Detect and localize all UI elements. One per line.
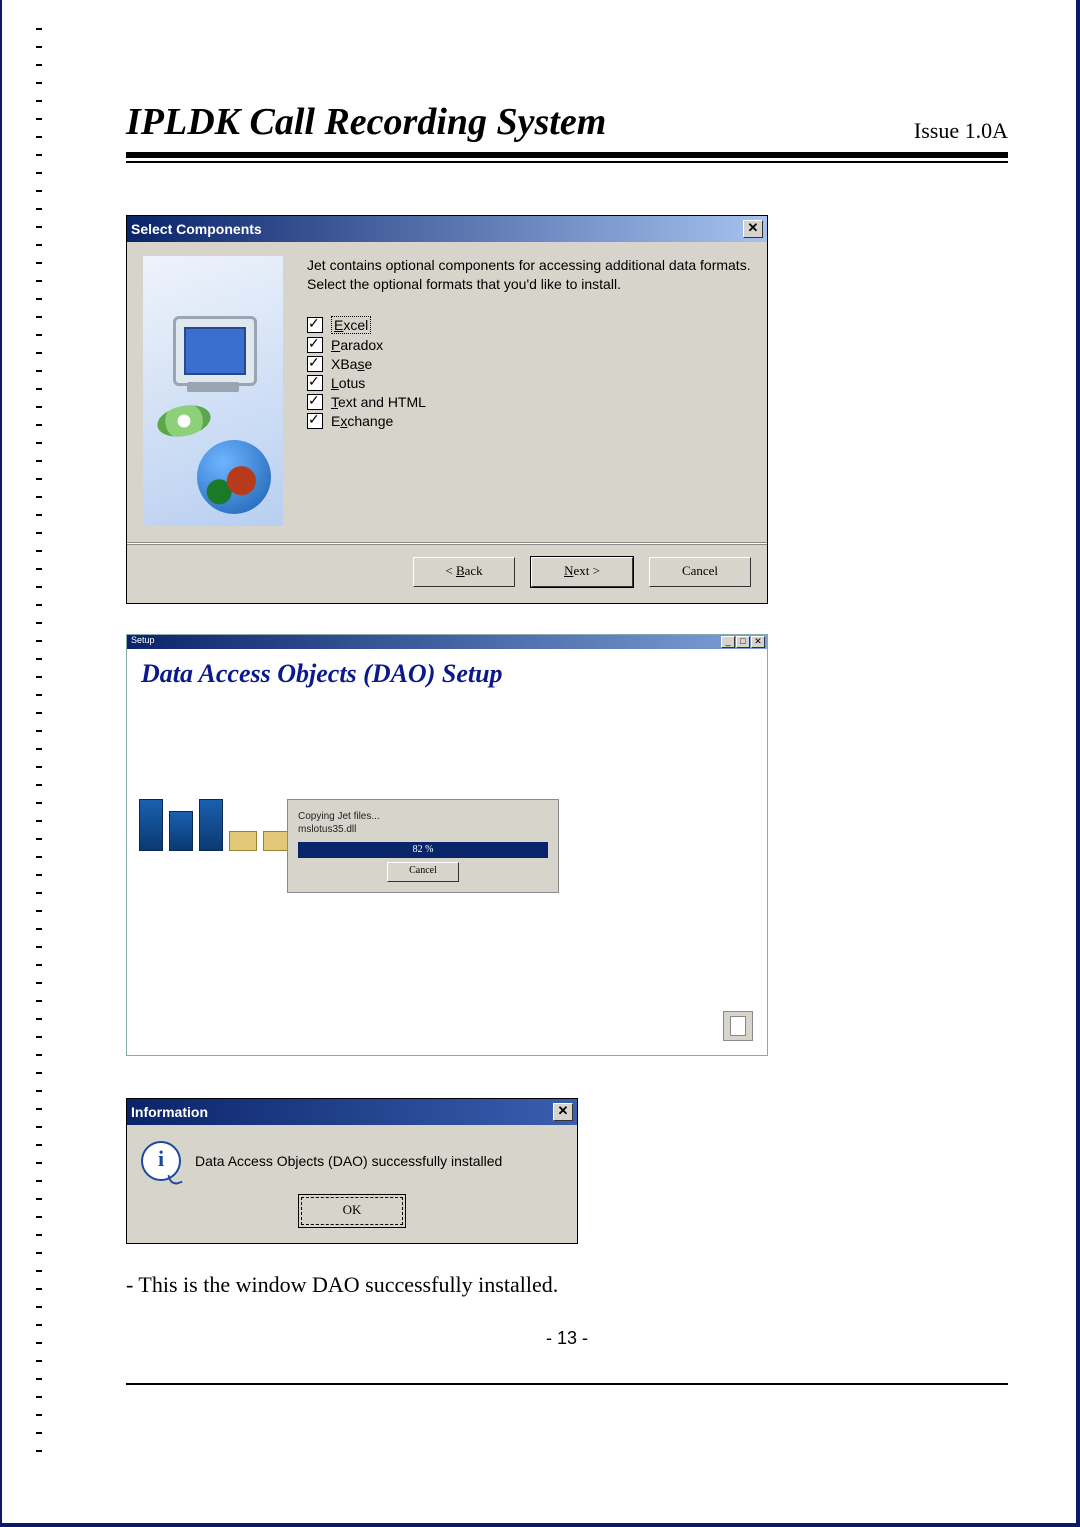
page-number: - 13 - [126,1328,1008,1349]
dialog-title: Select Components [131,221,262,237]
checkbox-excel[interactable]: EExcelxcel [307,316,751,334]
copy-status-1: Copying Jet files... [298,810,548,823]
footer-rule [126,1383,1008,1385]
checkmark-icon [307,356,323,372]
cancel-button[interactable]: Cancel [649,557,751,587]
disk-art [139,799,291,851]
maximize-icon[interactable]: □ [736,636,750,648]
checkbox-xbase[interactable]: XBaseXBase [307,356,751,372]
progress-percent: 82 % [298,842,548,858]
back-button[interactable]: < Back [413,557,515,587]
minimize-icon[interactable]: _ [721,636,735,648]
checkmark-icon [307,413,323,429]
left-dot-border [36,28,42,1463]
checkbox-paradox[interactable]: ParadoxParadox [307,337,751,353]
document-header: IPLDK Call Recording System Issue 1.0A [126,100,1008,144]
checkbox-text-html[interactable]: Text and HTMLText and HTML [307,394,751,410]
wizard-art [143,256,283,526]
checkmark-icon [307,375,323,391]
copy-status-2: mslotus35.dll [298,823,548,836]
checkmark-icon [307,317,323,333]
information-dialog: Information ✕ Data Access Objects (DAO) … [126,1098,578,1244]
dao-setup-title: Data Access Objects (DAO) Setup [127,649,767,699]
checkmark-icon [307,394,323,410]
document-icon [723,1011,753,1041]
info-icon [141,1141,181,1181]
ok-button[interactable]: OK [301,1197,403,1225]
copy-progress-box: Copying Jet files... mslotus35.dll 82 % … [287,799,559,893]
close-icon[interactable]: ✕ [751,636,765,648]
checkbox-lotus[interactable]: LotusLotus [307,375,751,391]
dialog-title: Information [131,1104,208,1120]
figure-caption: - This is the window DAO successfully in… [126,1272,1008,1298]
progress-bar: 82 % [298,842,548,858]
select-components-dialog: Select Components ✕ Jet contains optiona… [126,215,768,604]
window-controls: _ □ ✕ [721,636,765,648]
window-titlebar: Setup _ □ ✕ [127,635,767,649]
header-rule [126,152,1008,163]
next-button[interactable]: Next > [531,557,633,587]
dialog-titlebar: Select Components ✕ [127,216,767,242]
info-message: Data Access Objects (DAO) successfully i… [195,1153,502,1169]
checkbox-exchange[interactable]: ExchangeExchange [307,413,751,429]
cancel-button[interactable]: Cancel [387,862,459,882]
dao-setup-window: Setup _ □ ✕ Data Access Objects (DAO) Se… [126,634,768,1056]
dialog-titlebar: Information ✕ [127,1099,577,1125]
dialog-button-row: < Back Next > Cancel [127,544,767,603]
doc-issue: Issue 1.0A [914,118,1008,144]
checkmark-icon [307,337,323,353]
window-title: Setup [131,635,155,645]
doc-title: IPLDK Call Recording System [126,100,606,144]
close-icon[interactable]: ✕ [553,1103,573,1121]
close-icon[interactable]: ✕ [743,220,763,238]
dialog-intro: Jet contains optional components for acc… [307,256,751,294]
